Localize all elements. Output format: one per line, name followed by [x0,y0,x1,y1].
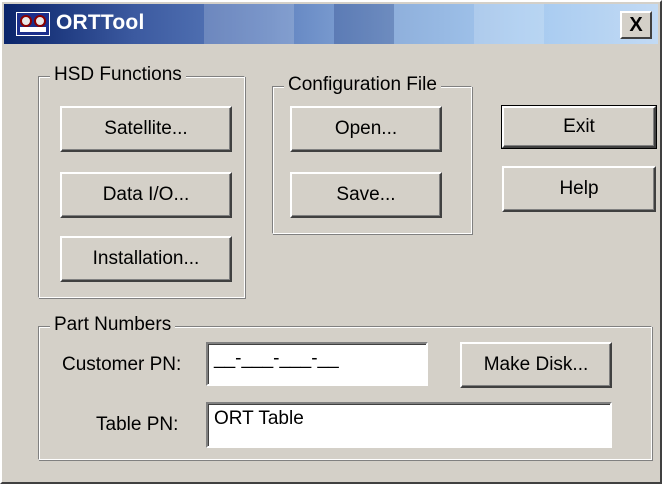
satellite-button[interactable]: Satellite... [60,106,232,152]
customer-pn-field[interactable]: __-___-___-__ [206,342,428,386]
configuration-file-legend: Configuration File [284,74,441,96]
app-icon [16,12,50,36]
part-numbers-legend: Part Numbers [50,314,176,336]
help-button[interactable]: Help [502,166,656,212]
window-title: ORTTool [56,11,145,34]
exit-button[interactable]: Exit [501,105,657,149]
installation-button[interactable]: Installation... [60,236,232,282]
hsd-functions-legend: HSD Functions [50,64,186,86]
close-icon[interactable]: X [620,11,652,39]
ort-tool-window: ORTTool X HSD Functions Satellite... Dat… [0,0,662,484]
make-disk-button[interactable]: Make Disk... [460,342,612,388]
title-bar-shade [474,4,544,44]
app-icon-gear [34,15,46,27]
title-bar-shade [334,4,394,44]
table-pn-label: Table PN: [96,414,179,435]
title-bar[interactable]: ORTTool X [4,4,658,44]
title-bar-shade [204,4,294,44]
customer-pn-label: Customer PN: [62,354,182,375]
table-pn-field[interactable]: ORT Table [206,402,612,448]
open-button[interactable]: Open... [290,106,442,152]
save-button[interactable]: Save... [290,172,442,218]
app-icon-gear [20,15,32,27]
app-icon-bar [20,27,46,32]
data-io-button[interactable]: Data I/O... [60,172,232,218]
